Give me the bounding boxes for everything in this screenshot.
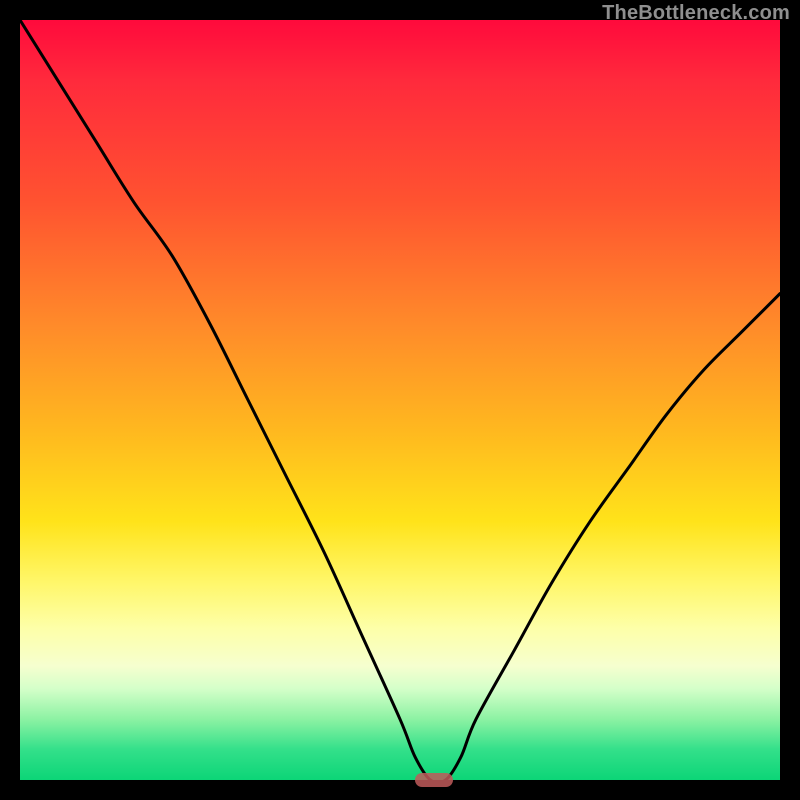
chart-frame: TheBottleneck.com bbox=[0, 0, 800, 800]
plot-area bbox=[20, 20, 780, 780]
watermark-text: TheBottleneck.com bbox=[602, 2, 790, 25]
minimum-marker bbox=[415, 773, 453, 787]
curve-path bbox=[20, 20, 780, 780]
bottleneck-curve bbox=[20, 20, 780, 780]
